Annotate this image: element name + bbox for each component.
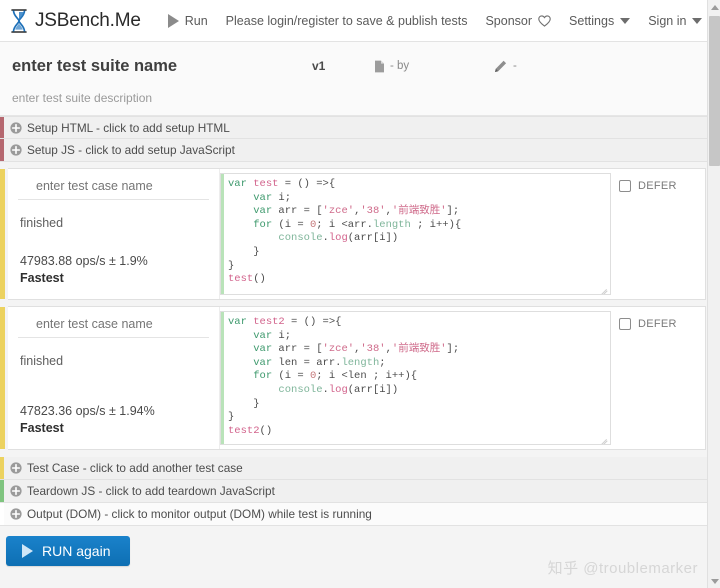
run-again-label: RUN again xyxy=(42,543,111,560)
bar-label: Setup HTML - click to add setup HTML xyxy=(27,120,230,135)
bar-accent xyxy=(0,480,4,503)
code-editor[interactable]: var test2 = () =>{ var i; var arr = ['zc… xyxy=(220,311,611,446)
run-button-zone: RUN again xyxy=(0,526,720,567)
play-triangle-icon xyxy=(167,13,179,28)
bar-accent xyxy=(0,139,4,161)
scrollbar-thumb[interactable] xyxy=(709,16,720,166)
defer-label: DEFER xyxy=(638,318,677,330)
hourglass-icon xyxy=(8,8,30,34)
editor-gutter xyxy=(221,312,224,445)
nav-sponsor[interactable]: Sponsor xyxy=(476,0,560,42)
plus-circle-icon xyxy=(10,144,27,156)
defer-checkbox[interactable] xyxy=(619,180,631,192)
plus-circle-icon xyxy=(10,508,27,520)
test-case-accent xyxy=(0,169,5,299)
suite-name-input[interactable]: enter test suite name xyxy=(12,57,312,76)
plus-circle-icon xyxy=(10,485,27,497)
teardown-js-bar[interactable]: Teardown JS - click to add teardown Java… xyxy=(0,480,720,504)
test-case-ops: 47823.36 ops/s ± 1.94% xyxy=(20,404,155,419)
nav-signin[interactable]: Sign in xyxy=(639,0,711,42)
nav-signin-label: Sign in xyxy=(648,13,687,28)
document-icon xyxy=(374,60,385,73)
nav-settings[interactable]: Settings xyxy=(560,0,639,42)
test-case-info: finished 47983.88 ops/s ± 1.9% Fastest xyxy=(8,169,220,299)
bar-accent xyxy=(0,503,4,526)
setup-js-bar[interactable]: Setup JS - click to add setup JavaScript xyxy=(0,139,720,162)
bar-accent xyxy=(0,117,4,138)
brand-logo[interactable]: JSBench.Me xyxy=(8,8,141,34)
test-case-result: 47823.36 ops/s ± 1.94% Fastest xyxy=(18,403,209,441)
pencil-icon xyxy=(494,60,507,73)
code-content[interactable]: var test = () =>{ var i; var arr = ['zce… xyxy=(221,174,610,293)
run-again-button[interactable]: RUN again xyxy=(6,536,131,567)
nav-run-button[interactable]: Run xyxy=(159,0,217,42)
test-case-name-input[interactable] xyxy=(18,313,209,338)
output-dom-bar[interactable]: Output (DOM) - click to monitor output (… xyxy=(0,503,720,527)
nav-run-label: Run xyxy=(184,13,208,28)
suite-description-input[interactable]: enter test suite description xyxy=(12,91,704,105)
test-case-rank: Fastest xyxy=(20,421,64,436)
setup-html-bar[interactable]: Setup HTML - click to add setup HTML xyxy=(0,116,720,139)
login-notice-label: Please login/register to save & publish … xyxy=(225,13,468,28)
bar-label: Teardown JS - click to add teardown Java… xyxy=(27,484,275,499)
setup-bars: Setup HTML - click to add setup HTML Set… xyxy=(0,116,720,162)
bar-label: Output (DOM) - click to monitor output (… xyxy=(27,507,372,522)
test-case-result: 47983.88 ops/s ± 1.9% Fastest xyxy=(18,253,209,291)
bottom-bars: Test Case - click to add another test ca… xyxy=(0,457,720,527)
page-scrollbar[interactable] xyxy=(707,0,720,588)
bar-label: Setup JS - click to add setup JavaScript xyxy=(27,143,235,157)
test-case-accent xyxy=(0,307,5,450)
test-case-info: finished 47823.36 ops/s ± 1.94% Fastest xyxy=(8,307,220,450)
defer-control: DEFER xyxy=(611,169,705,299)
defer-label: DEFER xyxy=(638,180,677,192)
suite-author: - by xyxy=(374,60,494,73)
test-suite-header: enter test suite name v1 - by - enter te… xyxy=(0,42,720,119)
bar-label: Test Case - click to add another test ca… xyxy=(27,461,243,476)
test-case-name-input[interactable] xyxy=(18,175,209,200)
suite-version: v1 xyxy=(312,59,326,73)
editor-resize-grip-icon[interactable] xyxy=(599,284,608,294)
test-case-ops: 47983.88 ops/s ± 1.9% xyxy=(20,254,148,268)
test-case-editor-area: var test2 = () =>{ var i; var arr = ['zc… xyxy=(220,307,705,450)
defer-checkbox[interactable] xyxy=(619,318,631,330)
bar-accent xyxy=(0,457,4,480)
defer-control: DEFER xyxy=(611,307,705,450)
plus-circle-icon xyxy=(10,121,27,134)
suite-author-label: - by xyxy=(390,60,410,72)
editor-resize-grip-icon[interactable] xyxy=(599,434,608,445)
editor-gutter xyxy=(221,174,224,294)
chevron-down-icon xyxy=(692,18,703,24)
scroll-up-arrow-icon[interactable] xyxy=(708,0,720,14)
code-content[interactable]: var test2 = () =>{ var i; var arr = ['zc… xyxy=(221,312,610,444)
brand-name: JSBench.Me xyxy=(35,9,141,31)
test-case-card: finished 47823.36 ops/s ± 1.94% Fastest … xyxy=(0,306,706,451)
chevron-down-icon xyxy=(620,18,631,24)
jsbench-app: JSBench.Me Run Please login/register to … xyxy=(0,0,720,588)
top-navigation-bar: JSBench.Me Run Please login/register to … xyxy=(0,0,720,42)
heart-icon xyxy=(538,14,551,27)
test-case-status: finished xyxy=(20,216,64,230)
play-triangle-icon xyxy=(22,544,33,559)
test-case-status: finished xyxy=(20,354,64,368)
add-test-case-bar[interactable]: Test Case - click to add another test ca… xyxy=(0,457,720,481)
test-case-editor-area: var test = () =>{ var i; var arr = ['zce… xyxy=(220,169,705,299)
nav-sponsor-label: Sponsor xyxy=(485,13,533,28)
test-case-rank: Fastest xyxy=(20,271,64,285)
scroll-down-arrow-icon[interactable] xyxy=(708,574,720,588)
test-case-card: finished 47983.88 ops/s ± 1.9% Fastest v… xyxy=(0,168,706,300)
suite-edit[interactable]: - xyxy=(494,60,517,73)
login-notice[interactable]: Please login/register to save & publish … xyxy=(217,0,477,42)
suite-edit-value: - xyxy=(513,60,517,72)
nav-settings-label: Settings xyxy=(569,13,615,28)
code-editor[interactable]: var test = () =>{ var i; var arr = ['zce… xyxy=(220,173,611,295)
plus-circle-icon xyxy=(10,462,27,474)
